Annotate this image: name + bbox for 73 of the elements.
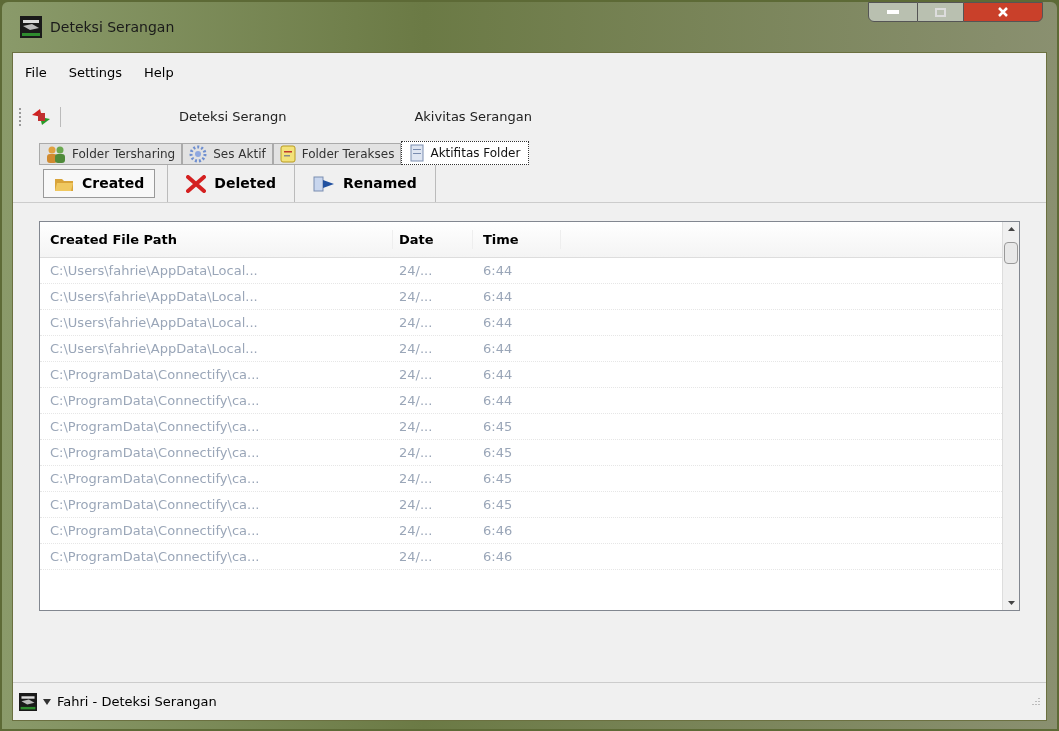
table-cell-text: 6:45 <box>482 469 514 488</box>
users-icon <box>46 145 66 163</box>
table-cell-text: 24/... <box>398 365 434 384</box>
table-cell-text: C:\ProgramData\Connectify\ca... <box>49 391 261 410</box>
table-cell-text: 6:46 <box>482 521 514 540</box>
table-cell-text: C:\ProgramData\Connectify\ca... <box>49 521 261 540</box>
menu-item[interactable]: File <box>25 63 47 83</box>
gear-icon <box>189 145 208 163</box>
table-cell-text: 6:44 <box>482 261 514 280</box>
tab[interactable]: Created <box>43 169 156 198</box>
table-cell-text: 6:44 <box>482 365 514 384</box>
minimize-icon <box>887 10 899 14</box>
table-cell-text: 6:44 <box>482 313 514 332</box>
tab[interactable]: Deleted <box>167 165 294 202</box>
tab[interactable]: Renamed <box>293 165 435 202</box>
table-cell-text: C:\ProgramData\Connectify\ca... <box>49 469 261 488</box>
tab[interactable]: Aktifitas Folder <box>401 141 530 165</box>
table-cell-text: 24/... <box>398 547 434 566</box>
table-cell-text: 24/... <box>398 339 434 358</box>
table-cell-text: 24/... <box>398 469 434 488</box>
minimize-button[interactable] <box>868 2 918 22</box>
table-cell-text: 24/... <box>398 495 434 514</box>
table-cell-text: 6:45 <box>482 495 514 514</box>
table-cell-text: 24/... <box>398 287 434 306</box>
table-cell-text: C:\Users\fahrie\AppData\Local... <box>49 313 259 332</box>
table-cell-text: C:\ProgramData\Connectify\ca... <box>49 417 261 436</box>
document-icon <box>410 144 425 162</box>
column-header[interactable]: Created File Path <box>40 229 393 250</box>
resize-grip-icon[interactable] <box>1030 696 1040 707</box>
table-cell-text: 6:46 <box>482 547 514 566</box>
table-cell-text: 24/... <box>398 521 434 540</box>
table-cell-text: C:\ProgramData\Connectify\ca... <box>49 547 261 566</box>
table-cell-text: 6:45 <box>482 417 514 436</box>
table-cell-text: 24/... <box>398 391 434 410</box>
table-cell-text: C:\Users\fahrie\AppData\Local... <box>49 261 259 280</box>
window-title: Deteksi Serangan <box>50 17 175 37</box>
rename-icon <box>312 175 335 192</box>
app-icon <box>20 16 42 38</box>
scroll-thumb[interactable] <box>1004 242 1018 264</box>
table-cell-text: 6:44 <box>482 391 514 410</box>
toolbar-button[interactable]: Deteksi Serangn <box>179 107 287 127</box>
column-header[interactable]: Date <box>393 229 473 250</box>
tab[interactable]: Ses Aktif <box>182 143 273 165</box>
table-cell-text: 6:44 <box>482 287 514 306</box>
refresh-icon[interactable] <box>30 107 52 127</box>
tab[interactable]: Folder Tersharing <box>39 143 183 165</box>
scrollbar[interactable] <box>1002 222 1019 610</box>
toolbar-button[interactable]: Akivitas Serangan <box>414 107 533 127</box>
table-cell-text: C:\ProgramData\Connectify\ca... <box>49 365 261 384</box>
note-icon <box>279 145 296 163</box>
status-text: Fahri - Deteksi Serangan <box>57 692 217 711</box>
maximize-button[interactable] <box>918 2 963 22</box>
table-cell-text: 24/... <box>398 443 434 462</box>
app-icon <box>19 692 37 711</box>
close-icon <box>998 7 1008 17</box>
dropdown-arrow-icon[interactable] <box>43 698 51 705</box>
cross-icon <box>186 174 207 193</box>
table-cell-text: C:\ProgramData\Connectify\ca... <box>49 495 261 514</box>
tab[interactable]: Folder Terakses <box>272 143 402 165</box>
column-header[interactable]: Time <box>473 229 561 250</box>
table-cell-text: C:\Users\fahrie\AppData\Local... <box>49 339 259 358</box>
grip-handle[interactable] <box>19 108 22 126</box>
table-cell-text: 6:45 <box>482 443 514 462</box>
table-cell-text: 24/... <box>398 417 434 436</box>
maximize-icon <box>935 7 946 17</box>
table-cell-text: 24/... <box>398 313 434 332</box>
menu-item[interactable]: Help <box>144 63 174 83</box>
table-cell-text: 6:44 <box>482 339 514 358</box>
close-button[interactable] <box>963 2 1043 22</box>
menu-item[interactable]: Settings <box>68 63 123 83</box>
table-cell-text: 24/... <box>398 261 434 280</box>
table-cell-text: C:\Users\fahrie\AppData\Local... <box>49 287 259 306</box>
table-cell-text: C:\ProgramData\Connectify\ca... <box>49 443 261 462</box>
